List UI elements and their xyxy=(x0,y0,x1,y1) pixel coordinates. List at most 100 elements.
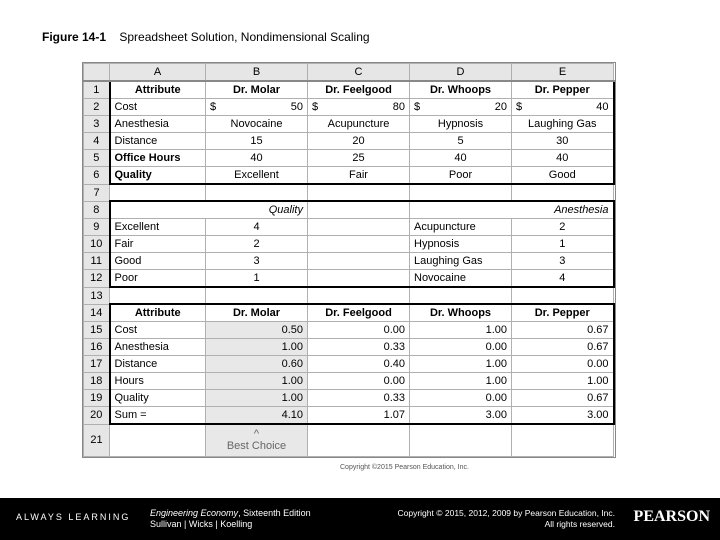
cell: 40 xyxy=(206,150,308,167)
cell: Dr. Feelgood xyxy=(308,81,410,99)
cell: $50 xyxy=(206,99,308,116)
cell: Sum = xyxy=(110,407,206,425)
cell: 40 xyxy=(410,150,512,167)
table-row: 11 Good 3 Laughing Gas 3 xyxy=(84,253,614,270)
cell: Quality xyxy=(110,201,308,219)
cell: 0.00 xyxy=(410,390,512,407)
cell: Dr. Molar xyxy=(206,81,308,99)
cell: Cost xyxy=(110,322,206,339)
table-row: 14 Attribute Dr. Molar Dr. Feelgood Dr. … xyxy=(84,304,614,322)
cell: Dr. Feelgood xyxy=(308,304,410,322)
table-row: 3 Anesthesia Novocaine Acupuncture Hypno… xyxy=(84,116,614,133)
cell: Dr. Whoops xyxy=(410,304,512,322)
cell: 15 xyxy=(206,133,308,150)
cell: 4 xyxy=(206,219,308,236)
cell: 0.33 xyxy=(308,339,410,356)
col-D: D xyxy=(410,64,512,82)
cell: Office Hours xyxy=(110,150,206,167)
cell: 0.60 xyxy=(206,356,308,373)
copyright: Copyright © 2015, 2012, 2009 by Pearson … xyxy=(398,508,616,530)
cell: Dr. Pepper xyxy=(512,304,614,322)
cell: Fair xyxy=(308,167,410,185)
up-arrow-icon: ^ xyxy=(210,428,303,440)
cell: 1.00 xyxy=(410,373,512,390)
table-row: 7 xyxy=(84,184,614,201)
cell: 0.67 xyxy=(512,322,614,339)
cell: 40 xyxy=(512,150,614,167)
table-row: 17 Distance 0.60 0.40 1.00 0.00 xyxy=(84,356,614,373)
cell: 1.00 xyxy=(410,322,512,339)
cell: Anesthesia xyxy=(110,339,206,356)
table-row: 4 Distance 15 20 5 30 xyxy=(84,133,614,150)
column-header-row: A B C D E xyxy=(84,64,614,82)
best-choice-cell: ^ Best Choice xyxy=(206,424,308,456)
book-credit: Engineering Economy, Sixteenth Edition S… xyxy=(150,508,311,530)
cell: 1.00 xyxy=(206,339,308,356)
table-row: 18 Hours 1.00 0.00 1.00 1.00 xyxy=(84,373,614,390)
cell: 0.33 xyxy=(308,390,410,407)
col-C: C xyxy=(308,64,410,82)
authors: Sullivan | Wicks | Koelling xyxy=(150,519,252,529)
copyright-small: Copyright ©2015 Pearson Education, Inc. xyxy=(340,464,469,471)
cell: Fair xyxy=(110,236,206,253)
table-row: 21 ^ Best Choice xyxy=(84,424,614,456)
cell: 4 xyxy=(512,270,614,288)
cell: Dr. Whoops xyxy=(410,81,512,99)
cell: Novocaine xyxy=(410,270,512,288)
table-row: 15 Cost 0.50 0.00 1.00 0.67 xyxy=(84,322,614,339)
cell: Laughing Gas xyxy=(512,116,614,133)
cell: 1.00 xyxy=(512,373,614,390)
cell: 0.67 xyxy=(512,339,614,356)
table-row: 8 Quality Anesthesia xyxy=(84,201,614,219)
cell: 3 xyxy=(206,253,308,270)
cell: 1.07 xyxy=(308,407,410,425)
cell: Hours xyxy=(110,373,206,390)
cell: 1.00 xyxy=(206,390,308,407)
cell: Attribute xyxy=(110,304,206,322)
cell: 2 xyxy=(512,219,614,236)
figure-number: Figure 14-1 xyxy=(42,30,106,44)
cell: Attribute xyxy=(110,81,206,99)
corner-cell xyxy=(84,64,110,82)
cell: 1.00 xyxy=(206,373,308,390)
cell: 0.00 xyxy=(410,339,512,356)
table-row: 19 Quality 1.00 0.33 0.00 0.67 xyxy=(84,390,614,407)
cell: Quality xyxy=(110,167,206,185)
col-B: B xyxy=(206,64,308,82)
cell: 25 xyxy=(308,150,410,167)
cell: 0.00 xyxy=(308,373,410,390)
cell: $80 xyxy=(308,99,410,116)
spreadsheet: A B C D E 1 Attribute Dr. Molar Dr. Feel… xyxy=(82,62,616,458)
table-row: 2 Cost $50 $80 $20 $40 xyxy=(84,99,614,116)
table-row: 6 Quality Excellent Fair Poor Good xyxy=(84,167,614,185)
cell: 3.00 xyxy=(512,407,614,425)
cell: Dr. Pepper xyxy=(512,81,614,99)
col-E: E xyxy=(512,64,614,82)
book-title: Engineering Economy xyxy=(150,508,238,518)
cell: Poor xyxy=(410,167,512,185)
cell: Novocaine xyxy=(206,116,308,133)
cell: Distance xyxy=(110,133,206,150)
cell: 20 xyxy=(308,133,410,150)
cell: 2 xyxy=(206,236,308,253)
cell: 4.10 xyxy=(206,407,308,425)
pearson-logo: PEARSON xyxy=(634,508,710,526)
cell: 3 xyxy=(512,253,614,270)
table-row: 1 Attribute Dr. Molar Dr. Feelgood Dr. W… xyxy=(84,81,614,99)
cell: Acupuncture xyxy=(308,116,410,133)
cell: Anesthesia xyxy=(410,201,614,219)
cell: Good xyxy=(110,253,206,270)
table-row: 5 Office Hours 40 25 40 40 xyxy=(84,150,614,167)
cell: Distance xyxy=(110,356,206,373)
figure-title: Spreadsheet Solution, Nondimensional Sca… xyxy=(119,30,369,44)
cell: Quality xyxy=(110,390,206,407)
cell: Hypnosis xyxy=(410,116,512,133)
cell: 0.00 xyxy=(512,356,614,373)
cell: 1.00 xyxy=(410,356,512,373)
cell: 0.50 xyxy=(206,322,308,339)
always-learning: ALWAYS LEARNING xyxy=(16,512,130,522)
cell: $40 xyxy=(512,99,614,116)
col-A: A xyxy=(110,64,206,82)
table-row: 10 Fair 2 Hypnosis 1 xyxy=(84,236,614,253)
cell: Cost xyxy=(110,99,206,116)
